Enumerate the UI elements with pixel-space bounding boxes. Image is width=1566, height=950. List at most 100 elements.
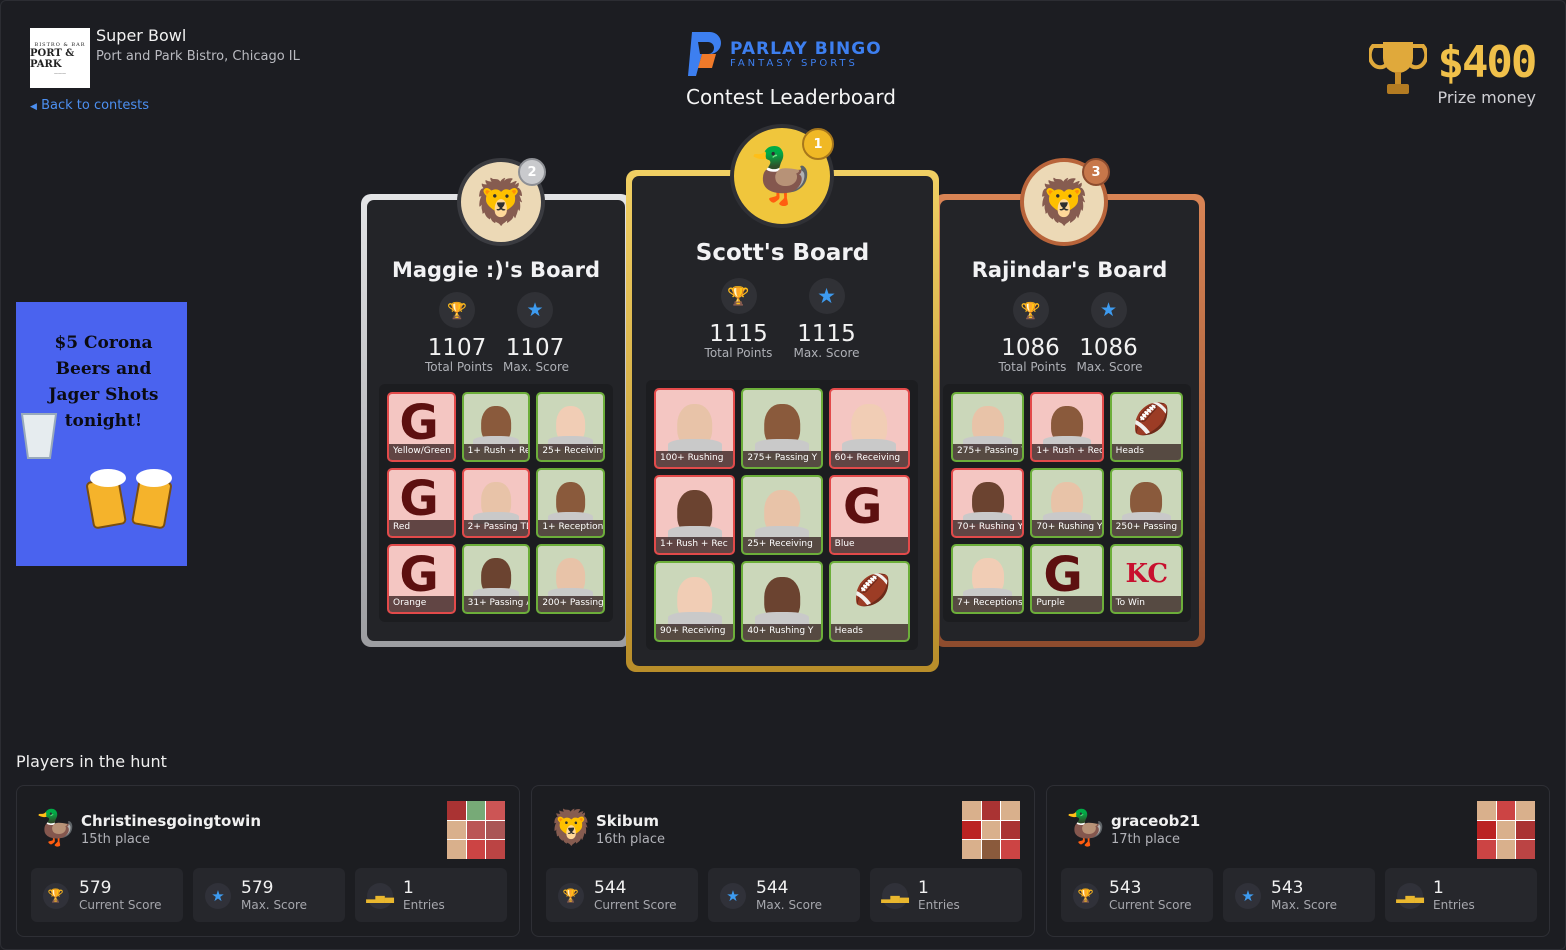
cell-label: Blue — [830, 537, 908, 554]
bingo-cell[interactable]: 40+ Rushing Y — [741, 561, 823, 642]
max-score: 1086 — [1079, 335, 1138, 361]
thumbnail-cell — [981, 801, 1001, 820]
current-score: 🏆 579 Current Score — [31, 868, 183, 922]
bingo-cell[interactable]: 25+ Receiving — [536, 392, 605, 462]
trophy-icon: 🏆 — [439, 292, 475, 328]
bingo-cell[interactable]: 31+ Passing Att — [461, 544, 531, 614]
thumbnail-cell — [466, 820, 486, 840]
board-title: Maggie :)'s Board — [391, 258, 601, 282]
max-score: 1107 — [505, 335, 565, 361]
bingo-cell[interactable]: 90+ Receiving — [654, 561, 736, 642]
entries: ▂▄▃ 1 Entries — [355, 868, 507, 922]
bingo-cell[interactable]: G Orange — [387, 544, 456, 614]
star-icon: ★ — [517, 292, 553, 328]
bingo-cell[interactable]: 60+ Receiving — [828, 388, 910, 469]
thumbnail-cell — [486, 820, 505, 840]
duck-icon: 🦆 — [1065, 808, 1108, 848]
bingo-cell[interactable]: 25+ Receiving — [741, 474, 823, 556]
prize-label: Prize money — [1437, 88, 1536, 107]
board-thumbnail[interactable] — [962, 801, 1020, 859]
hunt-player-card[interactable]: 🦁 Skibum 16th place 🏆 544 Current Score … — [531, 785, 1035, 937]
cell-label: Heads — [1111, 444, 1181, 460]
entries: ▂▄▃ 1 Entries — [870, 868, 1022, 922]
thumbnail-cell — [1001, 820, 1020, 840]
star-icon: ★ — [720, 883, 746, 909]
board-second-place[interactable]: 🦁 2 Maggie :)'s Board 🏆 1107 Total Point… — [361, 158, 631, 647]
board-stats: 🏆 1086 Total Points ★ 1086 Max. Score — [934, 292, 1205, 374]
bingo-cell[interactable]: 200+ Passing — [536, 544, 605, 614]
rank-badge: 3 — [1082, 158, 1110, 186]
board-third-place[interactable]: 🦁 3 Rajindar's Board 🏆 1086 Total Points… — [934, 158, 1205, 647]
thumbnail-cell — [1001, 840, 1020, 859]
thumbnail-cell — [447, 820, 466, 840]
promo-ad[interactable]: $5 Corona Beers and Jager Shots tonight! — [16, 302, 187, 566]
bingo-cell[interactable]: 1+ Receptions — [536, 468, 605, 538]
thumbnail-cell — [486, 840, 505, 859]
thumbnail-cell — [1477, 840, 1496, 859]
bingo-cell[interactable]: 70+ Rushing Yi — [951, 468, 1025, 538]
bingo-cell[interactable]: 7+ Receptions — [951, 544, 1025, 614]
trophy-icon: 🏆 — [1012, 292, 1049, 328]
thumbnail-cell — [1477, 801, 1496, 820]
bingo-cell[interactable]: 2+ Passing TDs — [461, 468, 531, 538]
bingo-cell[interactable]: G Yellow/Green — [387, 392, 456, 462]
trophy-icon: 🏈 — [853, 572, 892, 608]
board-thumbnail[interactable] — [447, 801, 505, 859]
total-points: 1086 — [1001, 335, 1060, 361]
trophy-icon: 🏆 — [1073, 883, 1099, 909]
bingo-cell[interactable]: 🏈 Heads — [1109, 392, 1183, 462]
rank-badge: 2 — [518, 158, 546, 186]
board-title: Rajindar's Board — [971, 258, 1168, 282]
hunt-player-card[interactable]: 🦆 Christinesgoingtowin 15th place 🏆 579 … — [16, 785, 520, 937]
board-title: Scott's Board — [695, 240, 870, 266]
thumbnail-cell — [466, 840, 486, 859]
prize-money: $400 Prize money — [1369, 37, 1537, 107]
thumbnail-cell — [1496, 820, 1516, 840]
podium-icon: ▂▄▃ — [881, 883, 909, 909]
cell-label: 60+ Receiving — [830, 450, 908, 467]
thumbnail-cell — [1516, 840, 1535, 859]
bingo-cell[interactable]: G Purple — [1030, 544, 1104, 614]
cell-label: 70+ Rushing Yi — [1032, 520, 1102, 536]
board-first-place[interactable]: 🦆 1 Scott's Board 🏆 1115 Total Points ★ … — [626, 124, 939, 672]
rank-badge: 1 — [802, 128, 834, 160]
bingo-cell[interactable]: 275+ Passing Y — [951, 392, 1025, 462]
bingo-cell[interactable]: G Blue — [828, 474, 910, 556]
max-score: 1115 — [797, 321, 856, 347]
current-score: 🏆 543 Current Score — [1061, 868, 1213, 922]
thumbnail-cell — [1496, 840, 1516, 859]
cell-label: 200+ Passing — [538, 596, 603, 612]
cell-label: 70+ Rushing Yi — [953, 520, 1023, 536]
cell-label: 275+ Passing Y — [743, 450, 821, 467]
parlay-bingo-logo-icon — [688, 32, 721, 76]
bingo-cell[interactable]: 250+ Passing — [1109, 468, 1183, 538]
gatorade-logo-icon: G — [399, 395, 439, 452]
back-to-contests-link[interactable]: ◀ Back to contests — [30, 98, 149, 113]
trophy-icon: 🏆 — [558, 883, 584, 909]
bingo-cell[interactable]: 275+ Passing Y — [741, 388, 823, 469]
bingo-cell[interactable]: 100+ Rushing — [654, 388, 736, 469]
trophy-icon: 🏆 — [43, 883, 69, 909]
max-score: ★ 544 Max. Score — [708, 868, 860, 922]
brand-name: PARLAY BINGO — [730, 38, 882, 59]
cell-label: 25+ Receiving — [743, 537, 821, 554]
bingo-cell[interactable]: KC To Win — [1109, 544, 1183, 614]
brand-tagline: FANTASY SPORTS — [730, 57, 858, 69]
board-thumbnail[interactable] — [1477, 801, 1535, 859]
bingo-cell[interactable]: 1+ Rush + Rec — [1030, 392, 1104, 462]
bingo-cell[interactable]: G Red — [387, 468, 456, 538]
bingo-cell[interactable]: 🏈 Heads — [828, 561, 910, 642]
bingo-cell[interactable]: 1+ Rush + Rec — [461, 392, 531, 462]
player-name: Christinesgoingtowin — [81, 812, 261, 830]
max-score: ★ 543 Max. Score — [1223, 868, 1375, 922]
bingo-grid: GYellow/Green1+ Rush + Rec25+ Receiving G… — [379, 384, 613, 622]
bingo-cell[interactable]: 1+ Rush + Rec — [654, 474, 736, 556]
total-points: 1107 — [427, 335, 487, 361]
venue-info: BISTRO & BAR PORT & PARK ——— Super Bowl … — [30, 26, 300, 88]
cell-label: 1+ Rush + Rec — [656, 537, 734, 554]
duck-icon: 🦆 — [35, 808, 78, 848]
thumbnail-cell — [981, 820, 1001, 840]
bingo-cell[interactable]: 70+ Rushing Yi — [1030, 468, 1104, 538]
hunt-player-card[interactable]: 🦆 graceob21 17th place 🏆 543 Current Sco… — [1046, 785, 1550, 937]
prize-amount: $400 — [1437, 37, 1537, 88]
